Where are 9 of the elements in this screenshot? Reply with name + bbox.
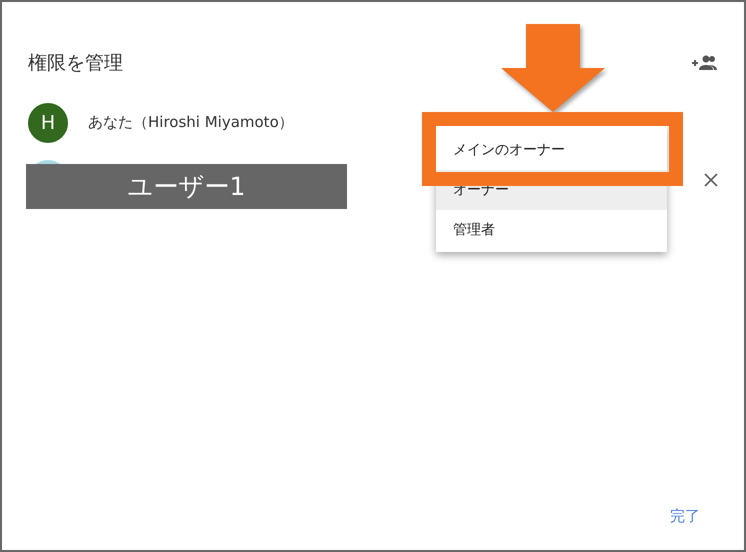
done-button[interactable]: 完了	[670, 503, 700, 530]
annotation-label: ユーザー1	[26, 164, 347, 209]
menu-item[interactable]: メインのオーナー	[436, 130, 667, 170]
user-name: あなた（Hiroshi Miyamoto）	[88, 113, 295, 132]
menu-item[interactable]: 管理者	[436, 210, 667, 250]
close-icon[interactable]	[704, 172, 718, 186]
avatar: H	[28, 102, 68, 142]
add-people-icon[interactable]	[692, 54, 718, 72]
dialog-title: 権限を管理	[28, 51, 123, 76]
